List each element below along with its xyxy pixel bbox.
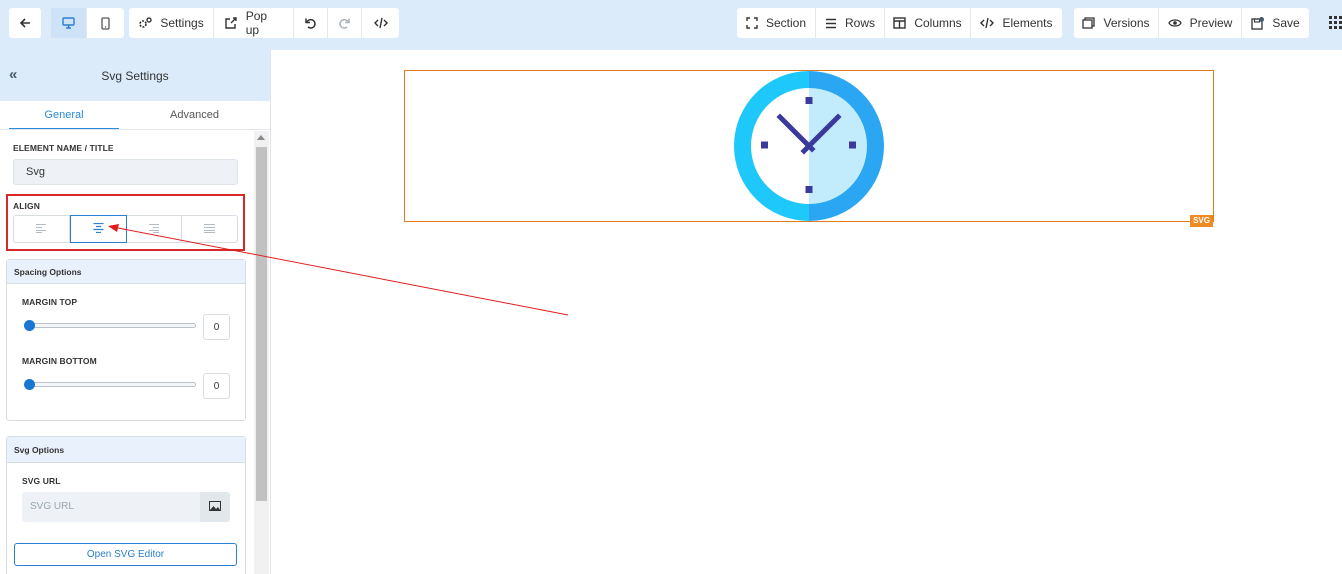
save-label: Save xyxy=(1272,16,1300,30)
tab-advanced[interactable]: Advanced xyxy=(119,101,270,129)
element-type-badge: SVG xyxy=(1190,215,1213,227)
margin-top-value[interactable]: 0 xyxy=(203,314,230,340)
svg-element-frame[interactable]: SVG xyxy=(404,70,1214,227)
versions-icon xyxy=(1082,16,1096,30)
redo-button[interactable] xyxy=(328,8,362,38)
panel-tabs: General Advanced xyxy=(0,101,270,130)
rows-label: Rows xyxy=(845,16,876,30)
desktop-icon xyxy=(62,16,76,30)
apps-grid-button[interactable] xyxy=(1329,16,1342,32)
edit-tools-group: Settings Pop up xyxy=(129,8,399,38)
panel-scroll-area: ELEMENT NAME / TITLE Svg ALIGN Spacing O… xyxy=(0,131,254,574)
margin-top-label: MARGIN TOP xyxy=(22,297,78,307)
align-justify-button[interactable] xyxy=(182,216,237,242)
device-toggle xyxy=(51,8,124,38)
rows-button[interactable]: Rows xyxy=(816,8,885,38)
desktop-view-button[interactable] xyxy=(51,8,87,38)
svg-options-section: Svg Options SVG URL SVG URL Open SVG Edi… xyxy=(6,436,246,574)
back-arrow-icon xyxy=(18,16,32,30)
align-left-button[interactable] xyxy=(14,216,70,242)
margin-bottom-slider-handle[interactable] xyxy=(24,379,35,390)
settings-panel: « Svg Settings General Advanced ELEMENT … xyxy=(0,50,271,574)
mobile-icon xyxy=(99,16,113,30)
align-left-icon xyxy=(35,222,47,236)
layout-tools-group: Section Rows Columns Elements xyxy=(737,8,1062,38)
columns-icon xyxy=(893,16,907,30)
elements-label: Elements xyxy=(1002,16,1053,30)
code-icon xyxy=(980,16,995,30)
preview-button[interactable]: Preview xyxy=(1159,8,1242,38)
columns-label: Columns xyxy=(914,16,962,30)
margin-top-slider[interactable] xyxy=(24,320,196,331)
align-highlight-box: ALIGN xyxy=(6,194,245,251)
tab-general[interactable]: General xyxy=(9,101,119,129)
back-button-group xyxy=(9,8,41,38)
section-button[interactable]: Section xyxy=(737,8,816,38)
svg-url-label: SVG URL xyxy=(22,476,61,486)
align-center-button[interactable] xyxy=(69,215,127,243)
versions-label: Versions xyxy=(1103,16,1150,30)
panel-header: « Svg Settings xyxy=(0,50,270,101)
margin-bottom-slider[interactable] xyxy=(24,379,196,390)
align-label: ALIGN xyxy=(13,201,40,211)
back-button[interactable] xyxy=(9,8,41,38)
margin-top-slider-handle[interactable] xyxy=(24,320,35,331)
svg-options-header[interactable]: Svg Options xyxy=(7,437,245,463)
open-svg-editor-button[interactable]: Open SVG Editor xyxy=(14,543,237,566)
panel-scrollbar[interactable] xyxy=(254,131,269,574)
align-button-group xyxy=(13,215,238,243)
publish-tools-group: Versions Preview Save xyxy=(1074,8,1309,38)
popup-label: Pop up xyxy=(245,9,268,37)
gear-icon xyxy=(138,16,153,30)
preview-label: Preview xyxy=(1189,16,1233,30)
popup-button[interactable]: Pop up xyxy=(214,8,294,38)
scrollbar-thumb[interactable] xyxy=(256,147,267,501)
eye-icon xyxy=(1167,16,1182,30)
save-icon xyxy=(1251,16,1265,30)
elements-button[interactable]: Elements xyxy=(971,8,1062,38)
mobile-view-button[interactable] xyxy=(87,8,124,38)
undo-icon xyxy=(304,16,318,30)
svg-url-input[interactable]: SVG URL xyxy=(22,492,200,522)
double-chevron-left-icon[interactable]: « xyxy=(9,66,17,83)
section-icon xyxy=(746,16,758,30)
undo-button[interactable] xyxy=(294,8,328,38)
align-justify-icon xyxy=(204,222,216,236)
settings-button[interactable]: Settings xyxy=(129,8,214,38)
element-name-label: ELEMENT NAME / TITLE xyxy=(13,143,114,153)
align-center-icon xyxy=(93,222,104,236)
spacing-options-header[interactable]: Spacing Options xyxy=(7,260,245,284)
align-right-button[interactable] xyxy=(127,216,183,242)
image-icon xyxy=(209,500,221,514)
svg-url-media-button[interactable] xyxy=(200,492,230,522)
spacing-options-section: Spacing Options MARGIN TOP 0 MARGIN BOTT… xyxy=(6,259,246,421)
element-name-input[interactable]: Svg xyxy=(13,159,238,185)
grid-icon xyxy=(1329,16,1342,32)
margin-bottom-value[interactable]: 0 xyxy=(203,373,230,399)
section-label: Section xyxy=(765,16,807,30)
code-button[interactable] xyxy=(362,8,399,38)
margin-bottom-label: MARGIN BOTTOM xyxy=(22,356,97,366)
rows-icon xyxy=(825,16,837,30)
top-toolbar: Settings Pop up Section Rows Columns Ele… xyxy=(0,0,1342,50)
code-icon xyxy=(373,16,388,30)
panel-title: Svg Settings xyxy=(101,68,169,83)
settings-label: Settings xyxy=(160,16,204,30)
popup-icon xyxy=(224,16,238,30)
versions-button[interactable]: Versions xyxy=(1074,8,1159,38)
editor-canvas: SVG xyxy=(271,50,1342,574)
redo-icon xyxy=(338,16,352,30)
clock-icon xyxy=(734,71,884,224)
save-button[interactable]: Save xyxy=(1242,8,1309,38)
scroll-up-arrow-icon[interactable] xyxy=(257,135,265,140)
columns-button[interactable]: Columns xyxy=(885,8,971,38)
align-right-icon xyxy=(148,222,160,236)
